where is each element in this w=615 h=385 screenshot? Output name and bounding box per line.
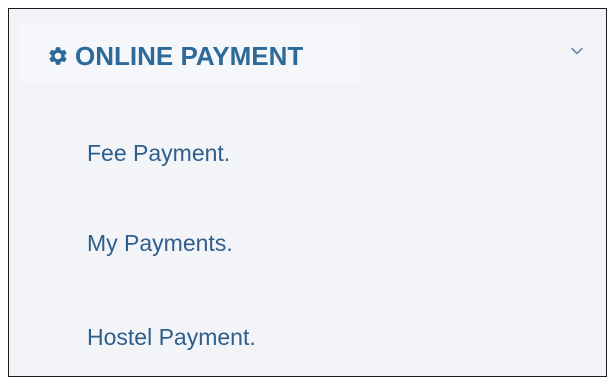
online-payment-menu-toggle[interactable]: ONLINE PAYMENT bbox=[9, 9, 606, 101]
chevron-down-icon[interactable] bbox=[570, 44, 584, 58]
online-payment-menu-panel: ONLINE PAYMENT Fee Payment. My Payments.… bbox=[8, 8, 607, 377]
gear-icon bbox=[49, 47, 67, 65]
menu-item-my-payments[interactable]: My Payments. bbox=[87, 228, 233, 258]
menu-header-label: ONLINE PAYMENT bbox=[75, 41, 304, 71]
menu-item-fee-payment[interactable]: Fee Payment. bbox=[87, 138, 230, 168]
menu-item-hostel-payment[interactable]: Hostel Payment. bbox=[87, 322, 256, 352]
